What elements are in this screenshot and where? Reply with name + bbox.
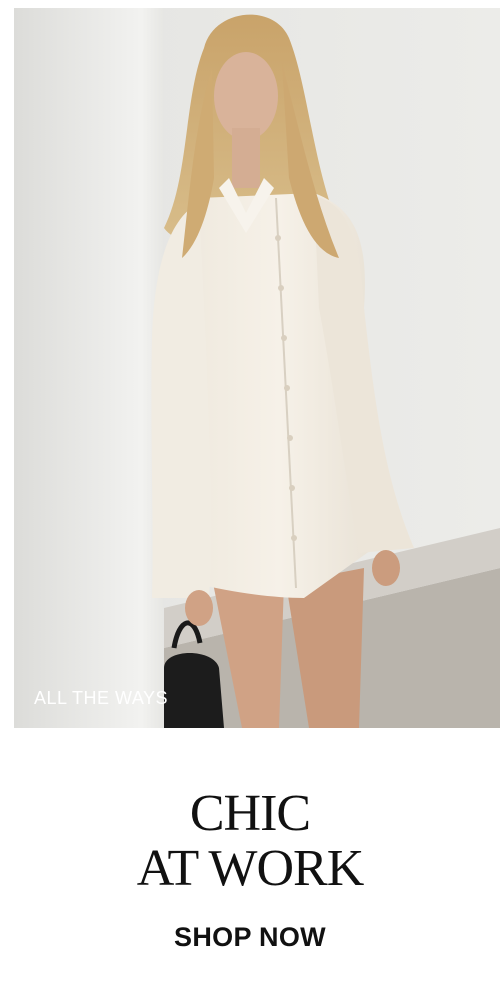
hero-photo [14, 8, 500, 728]
hero-image[interactable]: ALL THE WAYS [14, 8, 500, 728]
shop-now-link[interactable]: SHOP NOW [0, 922, 500, 953]
hero-caption: ALL THE WAYS [34, 688, 169, 708]
headline-line-1: CHIC [189, 785, 311, 842]
headline: CHIC AT WORK [0, 786, 500, 896]
headline-line-2: AT WORK [136, 840, 365, 897]
